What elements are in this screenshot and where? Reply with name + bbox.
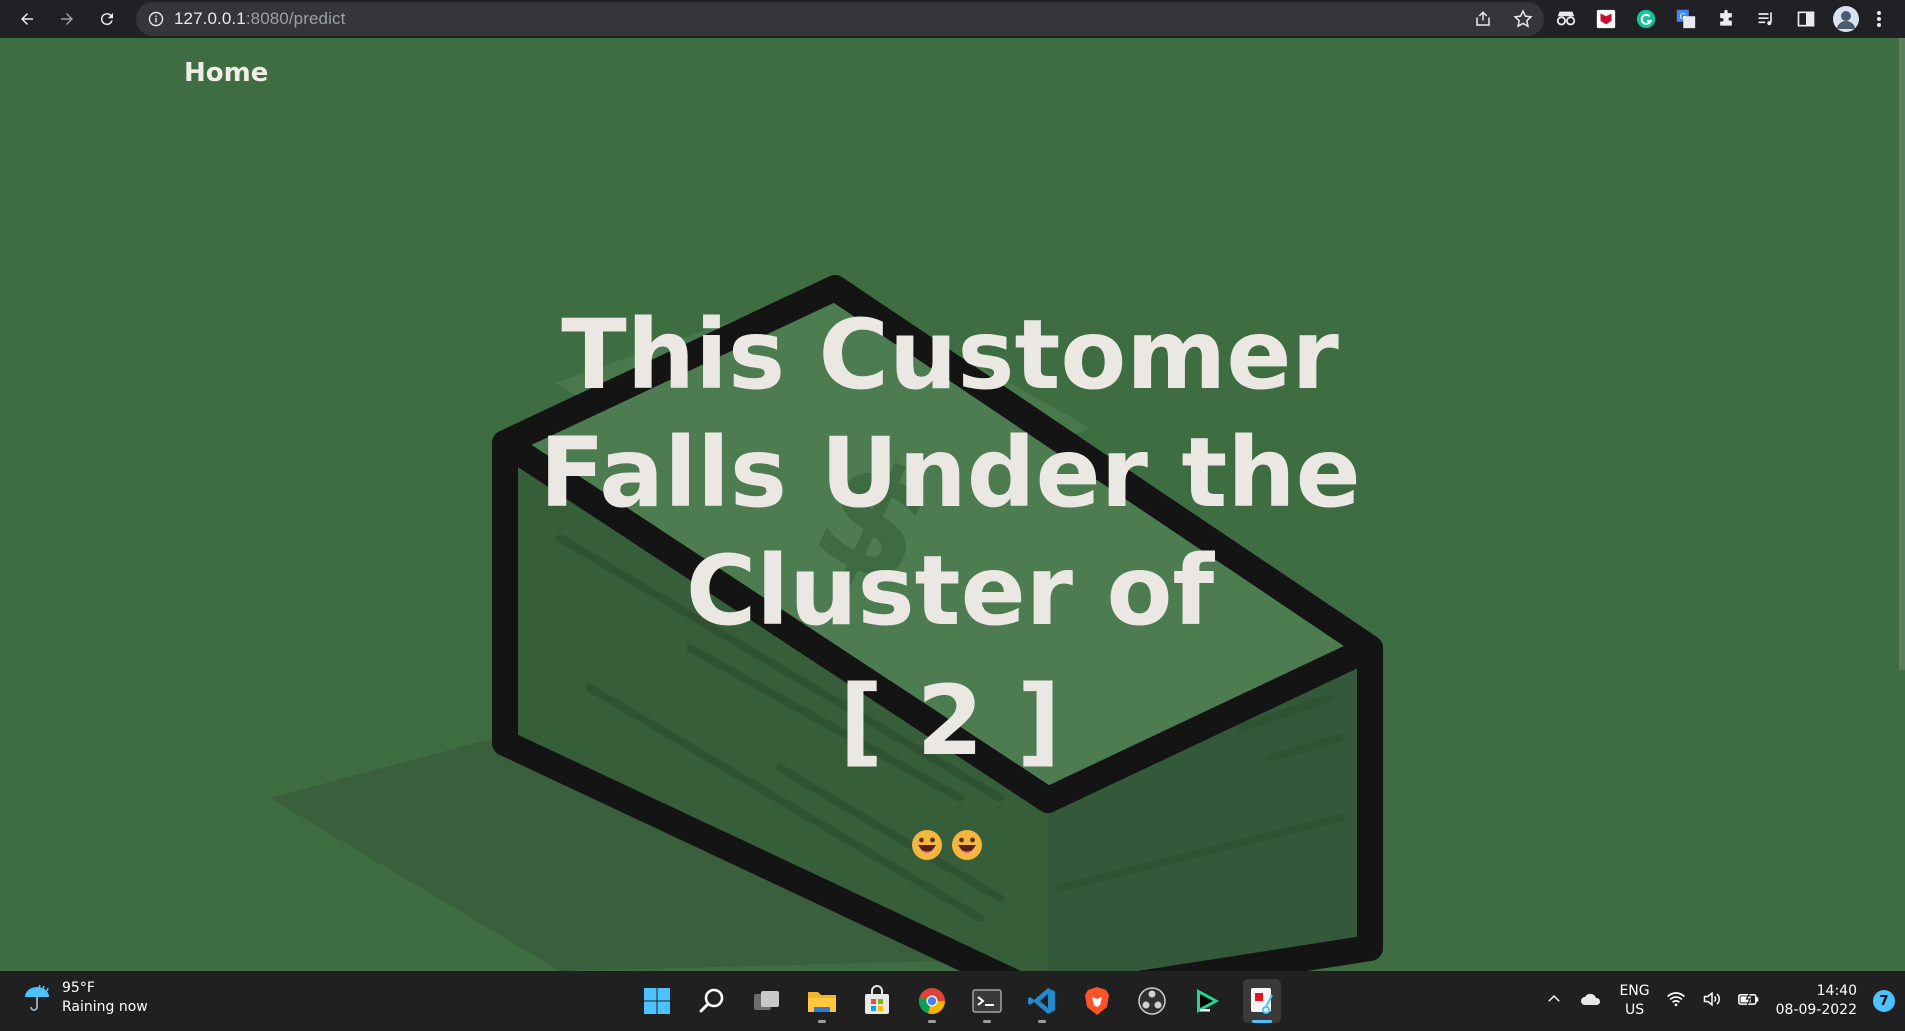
snipping-tool-icon <box>1251 988 1273 1014</box>
translate-icon[interactable]: G <box>1672 5 1700 33</box>
reload-icon <box>100 13 113 26</box>
cluster-value: [ 2 ] <box>839 665 1061 777</box>
windows-taskbar: 95°F Raining now ENG US 14:40 08-09-2022… <box>0 971 1905 1031</box>
clock-time: 14:40 <box>1816 983 1857 999</box>
obs-button[interactable] <box>1133 979 1171 1023</box>
start-button[interactable] <box>638 979 676 1023</box>
chevron-up-icon[interactable] <box>1545 990 1563 1012</box>
running-indicator <box>928 1020 936 1023</box>
browser-toolbar: 127.0.0.1:8080/predict G <box>0 0 1905 38</box>
grinning-face-emoji-icon <box>912 830 942 860</box>
url-host: 127.0.0.1 <box>174 9 246 28</box>
notification-badge[interactable]: 7 <box>1873 990 1895 1012</box>
headline-line-3: Cluster of <box>685 535 1215 647</box>
obs-icon <box>1138 987 1166 1015</box>
running-indicator <box>983 1020 991 1023</box>
snipping-tool-button[interactable] <box>1243 979 1281 1023</box>
svg-text:G: G <box>1680 11 1686 21</box>
result-headline: This Customer Falls Under the Cluster of <box>500 296 1400 650</box>
info-icon <box>148 11 164 27</box>
profile-avatar[interactable] <box>1832 5 1860 33</box>
puzzle-extensions-icon[interactable] <box>1712 5 1740 33</box>
running-indicator <box>1038 1020 1046 1023</box>
reading-list-icon[interactable] <box>1752 5 1780 33</box>
task-view-button[interactable] <box>748 979 786 1023</box>
forward-button[interactable] <box>52 4 82 34</box>
weather-temperature: 95°F <box>62 980 95 996</box>
task-view-icon <box>754 991 779 1010</box>
side-panel-icon[interactable] <box>1792 5 1820 33</box>
wifi-icon[interactable] <box>1666 990 1686 1012</box>
language-indicator[interactable]: ENG US <box>1619 982 1649 1020</box>
scrollbar-thumb[interactable] <box>1899 38 1905 670</box>
menu-kebab-icon[interactable] <box>1872 5 1886 33</box>
search-icon <box>699 988 724 1013</box>
clock-date: 08-09-2022 <box>1775 1002 1857 1018</box>
store-bag-icon <box>865 985 889 1014</box>
home-nav-link[interactable]: Home <box>184 58 268 88</box>
chrome-icon <box>918 988 946 1015</box>
store-button[interactable] <box>858 979 896 1023</box>
running-indicator <box>1252 1020 1272 1023</box>
windows-logo-icon <box>644 988 670 1014</box>
back-button[interactable] <box>12 4 42 34</box>
weather-status: Raining now <box>62 999 148 1015</box>
emoji-row <box>910 828 984 862</box>
volume-icon[interactable] <box>1702 990 1722 1012</box>
folder-icon <box>808 992 836 1012</box>
search-button[interactable] <box>693 979 731 1023</box>
url-text: 127.0.0.1:8080/predict <box>174 9 345 29</box>
taskbar-pinned-apps <box>638 971 1281 1031</box>
spy-extension-icon[interactable] <box>1552 5 1580 33</box>
vscode-button[interactable] <box>1023 979 1061 1023</box>
arrow-left-icon <box>21 13 33 25</box>
address-bar[interactable]: 127.0.0.1:8080/predict <box>136 2 1544 36</box>
brave-button[interactable] <box>1078 979 1116 1023</box>
play-triangle-app-icon <box>1197 989 1219 1013</box>
running-indicator <box>818 1020 826 1023</box>
battery-charging-icon[interactable] <box>1737 991 1760 1011</box>
arrow-right-icon <box>61 13 73 25</box>
umbrella-rain-icon <box>25 984 49 1011</box>
extensions-area: G <box>1552 0 1886 38</box>
url-path: :8080/predict <box>245 9 346 28</box>
brave-lion-icon <box>1085 987 1109 1015</box>
headline-line-1: This Customer <box>561 299 1339 411</box>
language-code: ENG <box>1619 983 1650 999</box>
onedrive-cloud-icon[interactable] <box>1579 990 1603 1012</box>
share-icon[interactable] <box>1470 6 1496 32</box>
chrome-button[interactable] <box>913 979 951 1023</box>
terminal-button[interactable] <box>968 979 1006 1023</box>
grinning-face-emoji-icon <box>952 830 982 860</box>
system-tray: ENG US 14:40 08-09-2022 7 <box>1545 971 1905 1031</box>
headline-line-2: Falls Under the <box>539 417 1361 529</box>
mcafee-shield-icon[interactable] <box>1592 5 1620 33</box>
weather-widget[interactable]: 95°F Raining now <box>22 979 148 1017</box>
page-content: $ Home This Customer Falls Under the Clu… <box>0 38 1905 971</box>
clock[interactable]: 14:40 08-09-2022 <box>1776 982 1857 1020</box>
reload-button[interactable] <box>92 4 122 34</box>
vscode-icon <box>1028 988 1055 1014</box>
pycharm-like-button[interactable] <box>1188 979 1226 1023</box>
bookmark-star-icon[interactable] <box>1510 6 1536 32</box>
grammarly-icon[interactable] <box>1632 5 1660 33</box>
file-explorer-button[interactable] <box>803 979 841 1023</box>
keyboard-region: US <box>1624 1002 1645 1018</box>
terminal-icon <box>972 989 1002 1013</box>
